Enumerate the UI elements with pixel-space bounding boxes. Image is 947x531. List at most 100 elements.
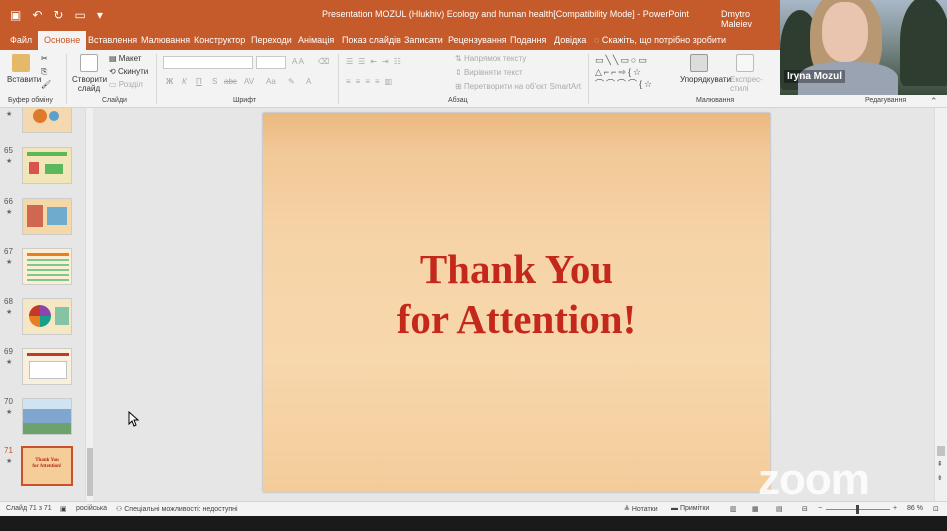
slide-thumbnail[interactable]: 68 ★ — [0, 297, 86, 347]
accessibility-status[interactable]: ⚇ Спеціальні можливості: недоступні — [116, 505, 238, 513]
zoom-level[interactable]: 86 % — [907, 505, 923, 512]
paste-icon[interactable] — [12, 54, 30, 72]
zoom-slider-knob[interactable] — [856, 505, 859, 514]
cut-icon[interactable]: ✂ — [41, 54, 48, 63]
slide-thumbnail[interactable]: 67 ★ — [0, 247, 86, 297]
tab-file[interactable]: Файл — [4, 31, 38, 50]
undo-icon[interactable]: ↶ — [32, 8, 42, 22]
highlight-icon[interactable]: ✎ — [288, 77, 295, 86]
format-painter-icon[interactable]: 🖌 — [41, 80, 51, 89]
separator — [66, 54, 67, 104]
participant-video: Iryna Mozul — [780, 0, 947, 95]
layout-button[interactable]: ▤ Макет — [109, 54, 141, 63]
change-case-icon[interactable]: Aa — [266, 77, 276, 86]
section-button[interactable]: ▭ Розділ — [109, 80, 143, 89]
zoom-out-icon[interactable]: − — [818, 505, 822, 512]
tab-help[interactable]: Довідка — [548, 31, 592, 50]
thumbnail-scrollbar[interactable] — [85, 108, 93, 501]
slide-thumbnail[interactable]: 70 ★ — [0, 397, 86, 447]
slide-title-line1[interactable]: Thank You — [263, 245, 770, 293]
language-indicator[interactable]: російська — [76, 505, 107, 512]
arrange-icon[interactable] — [690, 54, 708, 72]
tab-transitions[interactable]: Переходи — [245, 31, 298, 50]
section-icon: ▭ — [109, 80, 119, 89]
tab-animations[interactable]: Анімація — [292, 31, 340, 50]
reset-button[interactable]: ⟲ Скинути — [109, 67, 148, 76]
scrollbar-thumb[interactable] — [87, 448, 93, 496]
bold-button[interactable]: Ж — [166, 77, 173, 86]
slide-thumbnail[interactable]: ★ — [0, 108, 86, 145]
thumbnail-image: Thank You for Attention! — [21, 446, 73, 486]
normal-view-icon[interactable]: ▥ — [730, 505, 737, 513]
clear-format-icon[interactable]: ⌫ — [318, 57, 329, 66]
quick-styles-icon[interactable] — [736, 54, 754, 72]
customize-icon[interactable]: ▾ — [97, 8, 103, 22]
slide-sorter-icon[interactable]: ▦ — [752, 505, 759, 513]
tab-home[interactable]: Основне — [38, 31, 87, 50]
comment-icon: ▬ — [671, 505, 680, 512]
font-family-select[interactable] — [163, 56, 253, 69]
thumbnail-image — [22, 147, 72, 184]
tab-review[interactable]: Рецензування — [442, 31, 513, 50]
slide-thumbnail[interactable]: 69 ★ — [0, 347, 86, 397]
group-slides-label: Слайди — [102, 97, 127, 104]
underline-button[interactable]: П — [196, 77, 202, 86]
thumbnail-image — [22, 198, 72, 235]
text-direction-button[interactable]: ⇅ Напрямок тексту — [455, 54, 526, 63]
fit-slide-icon[interactable]: ⊡ — [933, 505, 939, 513]
zoom-in-icon[interactable]: + — [893, 505, 897, 512]
shapes-gallery[interactable]: ▭╲╲▭○▭ △⌐⌐⇨{☆ ⌒⌒⌒⌒{☆ — [595, 54, 671, 90]
canvas-scrollbar[interactable]: ⇞ ⇟ — [934, 108, 947, 501]
present-icon[interactable]: ▭ — [74, 8, 85, 22]
tab-draw[interactable]: Малювання — [135, 31, 196, 50]
smartart-label: Перетворити на об'єкт SmartArt — [463, 82, 582, 91]
quick-styles-button[interactable]: Експрес-стилі — [730, 75, 766, 93]
thumbnail-image — [22, 398, 72, 435]
collapse-ribbon-icon[interactable]: ⌃ — [930, 96, 938, 107]
notes-button[interactable]: ≜ Нотатки — [624, 505, 658, 513]
prev-slide-icon[interactable]: ⇞ — [937, 460, 943, 468]
tab-design[interactable]: Конструктор — [188, 31, 251, 50]
new-slide-icon[interactable] — [80, 54, 98, 72]
align-buttons-icon[interactable]: ≡≡≡≡▥ — [346, 77, 397, 86]
shadow-button[interactable]: S — [212, 77, 217, 86]
tab-insert[interactable]: Вставлення — [82, 31, 143, 50]
tab-slideshow[interactable]: Показ слайдів — [336, 31, 407, 50]
align-text-button[interactable]: ⇕ Вирівняти текст — [455, 68, 523, 77]
separator — [338, 54, 339, 104]
slide-title-line2[interactable]: for Attention! — [263, 295, 770, 343]
spellcheck-icon[interactable]: ▣ — [60, 505, 67, 513]
comments-button[interactable]: ▬ Примітки — [671, 505, 709, 512]
thumbnail-line2: for Attention! — [32, 464, 62, 469]
font-grow-icon[interactable]: A A — [292, 57, 304, 66]
redo-icon[interactable]: ↻ — [53, 8, 63, 22]
current-slide[interactable]: Thank You for Attention! — [263, 113, 770, 492]
next-slide-icon[interactable]: ⇟ — [937, 474, 943, 482]
italic-button[interactable]: К — [182, 77, 187, 86]
arrange-button[interactable]: Упорядкувати — [680, 75, 731, 84]
char-spacing-button[interactable]: AV — [244, 77, 254, 86]
save-icon[interactable]: ▣ — [10, 8, 21, 22]
slide-thumbnail-selected[interactable]: 71 ★ Thank You for Attention! — [0, 446, 86, 496]
align-text-icon: ⇕ — [455, 68, 464, 77]
thumbnail-image — [22, 298, 72, 335]
strikethrough-button[interactable]: abc — [224, 77, 237, 86]
scrollbar-thumb[interactable] — [937, 446, 945, 456]
slide-thumbnail[interactable]: 65 ★ — [0, 146, 86, 196]
slideshow-icon[interactable]: ⊟ — [802, 505, 808, 513]
group-editing-label: Редагування — [865, 97, 907, 104]
powerpoint-window: { "window": { "title": "Presentation MOZ… — [0, 0, 947, 531]
font-color-icon[interactable]: A — [306, 77, 311, 86]
new-slide-button[interactable]: Створити слайд — [72, 75, 107, 93]
tab-view[interactable]: Подання — [504, 31, 552, 50]
smartart-button[interactable]: ⊞ Перетворити на об'єкт SmartArt — [455, 82, 581, 91]
slide-thumbnail[interactable]: 66 ★ — [0, 197, 86, 247]
tell-me-search[interactable]: ◌ Скажіть, що потрібно зробити — [594, 31, 726, 50]
list-buttons-icon[interactable]: ☰☰⇤⇥☷ — [346, 57, 406, 66]
user-name[interactable]: Dmytro Maleiev — [721, 9, 780, 29]
font-size-select[interactable] — [256, 56, 286, 69]
copy-icon[interactable]: ⎘ — [41, 67, 47, 77]
reading-view-icon[interactable]: ▤ — [776, 505, 783, 513]
separator — [156, 54, 157, 104]
paste-button[interactable]: Вставити — [7, 75, 41, 84]
